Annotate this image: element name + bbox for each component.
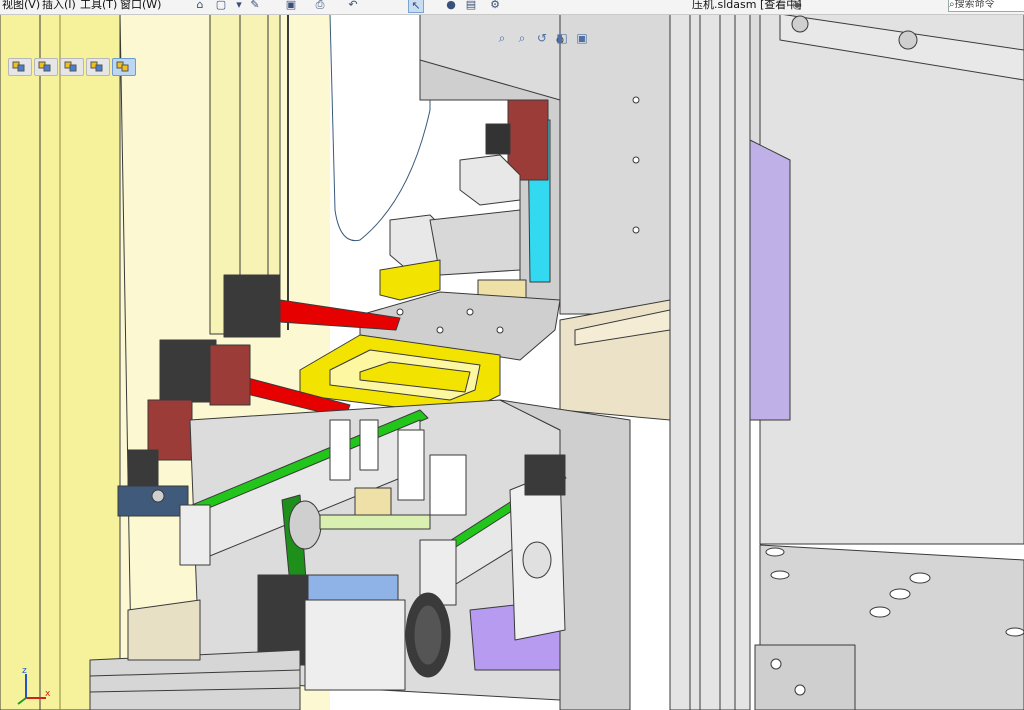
- select-cursor-icon[interactable]: ↖: [408, 0, 424, 13]
- edit-icon[interactable]: ✎: [248, 0, 262, 11]
- view-orientation-icon[interactable]: ▣: [572, 31, 592, 46]
- aluminum-column: [669, 14, 751, 710]
- axis-triad: z x: [12, 664, 52, 706]
- window-opening: [329, 14, 431, 242]
- assembly-model: [0, 14, 1024, 710]
- red-bracket-top: [507, 99, 549, 181]
- menu-window[interactable]: 窗口(W): [120, 0, 161, 12]
- save-icon[interactable]: ▣: [284, 0, 298, 11]
- home-icon[interactable]: ⌂: [193, 0, 207, 11]
- motor-left-upper: [223, 274, 281, 338]
- blue-mount-plate: [117, 485, 189, 517]
- breadcrumb: [8, 58, 138, 76]
- heads-up-view-toolbar: ⌕ ⌕ ↺ ◧ ▣: [492, 31, 592, 46]
- section-view-icon[interactable]: ◧: [552, 31, 572, 46]
- zoom-to-fit-icon[interactable]: ⌕: [492, 31, 512, 46]
- previous-view-icon[interactable]: ↺: [532, 31, 552, 46]
- assembly-icon[interactable]: [60, 58, 84, 76]
- rebuild-icon[interactable]: ●: [444, 0, 458, 11]
- axis-x-label: x: [45, 689, 51, 699]
- assembly-icon[interactable]: [8, 58, 32, 76]
- settings-icon[interactable]: ⚙: [488, 0, 502, 11]
- assembly-icon[interactable]: [34, 58, 58, 76]
- search-placeholder: 搜索命令: [954, 0, 995, 10]
- cylinder-bottom: [304, 599, 406, 691]
- print-icon[interactable]: ⎙: [313, 0, 327, 11]
- purple-side-block: [749, 139, 791, 421]
- axis-z-label: z: [22, 666, 27, 676]
- right-panel: [759, 14, 1024, 545]
- undo-icon[interactable]: ↶: [346, 0, 360, 11]
- menu-view[interactable]: 视图(V): [2, 0, 40, 12]
- document-title: 压机.sldasm [查看中]: [692, 0, 802, 11]
- graphics-viewport[interactable]: ⌕ ⌕ ↺ ◧ ▣ z x: [0, 14, 1024, 710]
- file-properties-icon[interactable]: ▤: [464, 0, 478, 11]
- options-dropdown-icon[interactable]: ▾: [232, 0, 246, 11]
- new-document-icon[interactable]: ▢: [214, 0, 228, 11]
- menu-bar: 视图(V) 插入(I) 工具(T) 窗口(W) ⌂ ▢ ▾ ✎ ▣ ⎙ ↶ ↖ …: [0, 0, 1024, 15]
- vertical-slide-plate: [559, 14, 671, 315]
- sync-icon[interactable]: ◉: [790, 0, 804, 11]
- menu-tools[interactable]: 工具(T): [80, 0, 117, 12]
- zoom-area-icon[interactable]: ⌕: [512, 31, 532, 46]
- search-input[interactable]: ⌕搜索命令: [948, 0, 1024, 12]
- menu-insert[interactable]: 插入(I): [42, 0, 76, 12]
- assembly-icon[interactable]: [112, 58, 136, 76]
- motor-left-lower: [159, 339, 217, 403]
- assembly-icon[interactable]: [86, 58, 110, 76]
